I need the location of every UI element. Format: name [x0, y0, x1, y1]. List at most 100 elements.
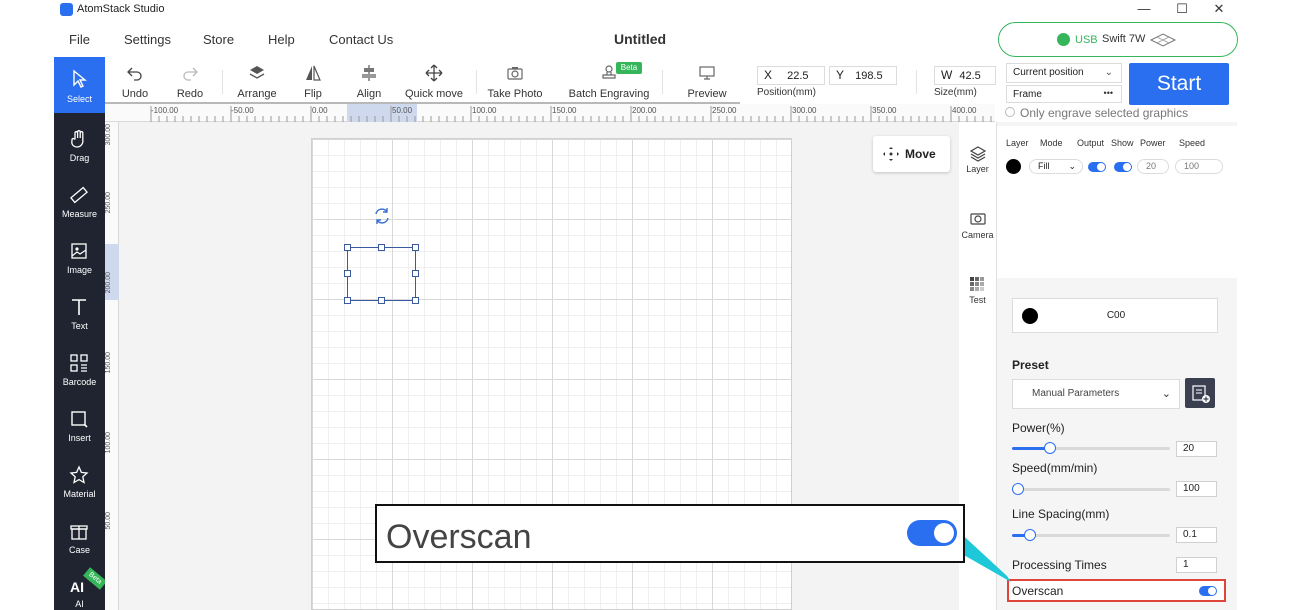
tab-layer[interactable]: Layer: [959, 143, 996, 193]
arrange-icon: [249, 66, 265, 79]
device-name: Swift 7W: [1102, 33, 1146, 45]
start-button[interactable]: Start: [1129, 63, 1229, 105]
ruler-horizontal: -100.00 -50.00 0.00 50.00 100.00 150.00 …: [105, 104, 995, 122]
more-icon: •••: [1103, 88, 1113, 98]
position-x-field[interactable]: X 22.5: [757, 66, 825, 85]
resize-handle[interactable]: [378, 244, 385, 251]
tool-select[interactable]: Select: [54, 57, 105, 113]
col-power: Power: [1140, 138, 1166, 148]
line-spacing-input[interactable]: 0.1: [1176, 527, 1217, 543]
ruler-label: 150.00: [552, 106, 577, 115]
batch-engraving-button[interactable]: Beta Batch Engraving: [568, 62, 650, 104]
resize-handle[interactable]: [412, 297, 419, 304]
close-button[interactable]: ✕: [1209, 1, 1229, 17]
ruler-label: 150.00: [105, 352, 112, 374]
layer-speed-input[interactable]: 100: [1175, 159, 1223, 174]
color-name: C00: [1106, 310, 1126, 321]
layer-show-toggle[interactable]: [1114, 162, 1132, 172]
minimize-button[interactable]: —: [1134, 1, 1154, 17]
tool-text[interactable]: Text: [54, 291, 105, 347]
ruler-label: 200.00: [632, 106, 657, 115]
tool-ai[interactable]: AI Beta AI: [54, 567, 107, 610]
power-slider[interactable]: [1012, 441, 1170, 455]
save-preset-button[interactable]: [1185, 378, 1215, 408]
flip-button[interactable]: Flip: [293, 64, 333, 104]
selected-rectangle[interactable]: [344, 244, 419, 304]
quick-move-button[interactable]: Quick move: [403, 64, 465, 104]
tool-measure[interactable]: Measure: [54, 179, 105, 235]
resize-handle[interactable]: [344, 270, 351, 277]
tool-barcode[interactable]: Barcode: [54, 347, 105, 403]
toolbar-divider: [662, 70, 663, 94]
preview-button[interactable]: Preview: [684, 64, 730, 104]
redo-icon: [183, 67, 198, 81]
tool-material[interactable]: Material: [54, 459, 105, 515]
menu-store[interactable]: Store: [203, 32, 234, 47]
undo-icon: [127, 67, 142, 81]
menu-settings[interactable]: Settings: [124, 32, 171, 47]
preset-select[interactable]: Manual Parameters ⌄: [1012, 379, 1180, 409]
layer-color-swatch[interactable]: [1006, 159, 1021, 174]
layer-color-card[interactable]: C00: [1012, 298, 1218, 333]
menu-contact-us[interactable]: Contact Us: [329, 32, 393, 47]
layer-power-input[interactable]: 20: [1137, 159, 1169, 174]
device-selector[interactable]: USB Swift 7W: [998, 22, 1238, 57]
power-input[interactable]: 20: [1176, 441, 1217, 457]
resize-handle[interactable]: [378, 297, 385, 304]
arrange-button[interactable]: Arrange: [232, 64, 282, 104]
tab-test[interactable]: Test: [959, 276, 996, 326]
tool-drag[interactable]: Drag: [54, 123, 105, 179]
processing-times-input[interactable]: 1: [1176, 557, 1217, 573]
laser-device-icon: [1149, 33, 1177, 47]
only-selected-radio[interactable]: [1005, 107, 1015, 117]
speed-input[interactable]: 100: [1176, 481, 1217, 497]
layer-output-toggle[interactable]: [1088, 162, 1106, 172]
position-y-field[interactable]: Y 198.5: [829, 66, 897, 85]
grid-test-icon: [970, 277, 984, 291]
speed-slider[interactable]: [1012, 482, 1170, 496]
callout-label: Overscan: [386, 518, 532, 556]
batch-beta-badge: Beta: [616, 62, 642, 74]
ai-icon: AI: [70, 579, 84, 595]
position-mode-select[interactable]: Current position ⌄: [1006, 63, 1122, 83]
camera-icon: [970, 213, 986, 225]
ruler-label: 50.00: [105, 512, 112, 530]
size-w-field[interactable]: W 42.5: [934, 66, 996, 85]
ruler-label: 100.00: [472, 106, 497, 115]
col-layer: Layer: [1006, 138, 1029, 148]
align-button[interactable]: Align: [349, 64, 389, 104]
redo-button[interactable]: Redo: [170, 64, 210, 104]
qr-code-icon: [70, 354, 88, 372]
take-photo-button[interactable]: Take Photo: [486, 64, 544, 104]
menu-help[interactable]: Help: [268, 32, 295, 47]
layer-mode-select[interactable]: Fill ⌄: [1029, 159, 1083, 174]
layer-row[interactable]: Fill ⌄ 20 100: [1003, 156, 1225, 178]
tab-camera[interactable]: Camera: [959, 210, 996, 260]
overscan-toggle[interactable]: [1199, 586, 1217, 596]
left-toolbar: Select Drag Measure Image Text Barcode I…: [54, 57, 107, 610]
align-icon: [362, 65, 376, 81]
maximize-button[interactable]: ☐: [1172, 1, 1192, 17]
rotate-handle-icon[interactable]: [372, 206, 392, 226]
frame-button[interactable]: Frame •••: [1006, 85, 1122, 103]
tool-image[interactable]: Image: [54, 235, 105, 291]
resize-handle[interactable]: [412, 270, 419, 277]
menu-file[interactable]: File: [69, 32, 90, 47]
resize-handle[interactable]: [344, 297, 351, 304]
callout-toggle: [907, 520, 957, 546]
gift-icon: [70, 525, 88, 540]
tool-case[interactable]: Case: [54, 515, 105, 571]
resize-handle[interactable]: [344, 244, 351, 251]
layer-list: [997, 126, 1237, 278]
resize-handle[interactable]: [412, 244, 419, 251]
line-spacing-slider[interactable]: [1012, 528, 1170, 542]
ruler-label: 300.00: [792, 106, 817, 115]
ruler-label: 0.00: [312, 106, 328, 115]
move-button[interactable]: Move: [873, 136, 950, 172]
connection-type: USB: [1075, 34, 1098, 46]
app-title: AtomStack Studio: [77, 3, 165, 15]
usb-icon: [1057, 33, 1070, 46]
tool-insert[interactable]: Insert: [54, 403, 105, 459]
undo-button[interactable]: Undo: [115, 64, 155, 104]
ruler-label: -100.00: [151, 106, 179, 115]
